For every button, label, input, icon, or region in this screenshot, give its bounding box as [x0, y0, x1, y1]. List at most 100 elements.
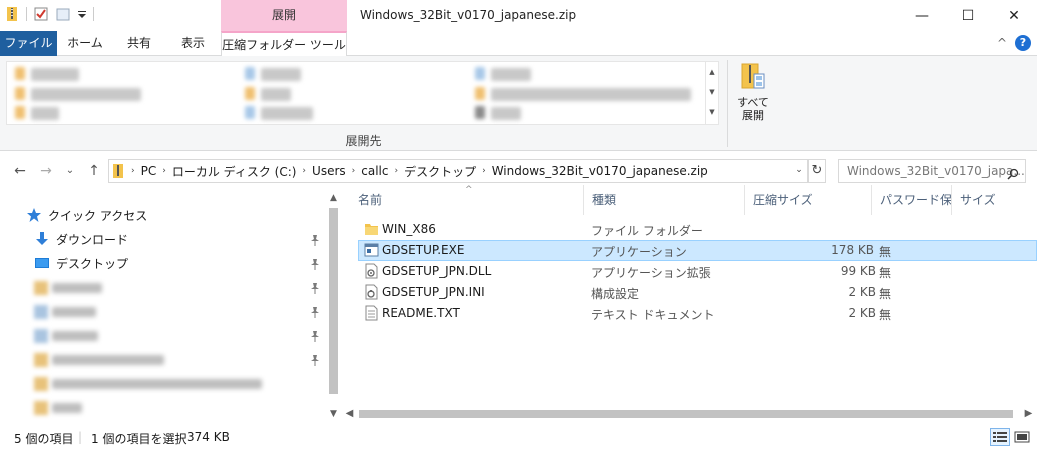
file-row[interactable]: GDSETUP.EXE アプリケーション 178 KB 無	[358, 240, 1037, 261]
new-folder-icon[interactable]	[55, 6, 71, 22]
scroll-right-icon[interactable]: ▶	[1020, 405, 1037, 422]
collapse-ribbon-icon[interactable]: ^	[997, 36, 1007, 50]
tab-compressed-folder-tools[interactable]: 圧縮フォルダー ツール	[221, 31, 347, 57]
pin-icon	[310, 258, 320, 270]
gallery-down-icon[interactable]: ▼	[706, 82, 718, 102]
large-icons-view-icon	[1014, 431, 1030, 443]
details-view-button[interactable]	[990, 428, 1010, 446]
tab-view[interactable]: 表示	[168, 31, 218, 56]
file-name: GDSETUP.EXE	[382, 243, 465, 257]
search-icon	[1007, 165, 1019, 180]
close-icon: ✕	[1008, 7, 1020, 24]
folder-icon	[364, 221, 379, 237]
pin-icon	[310, 354, 320, 366]
item-count: 5 個の項目	[14, 432, 74, 446]
ribbon-group-label: 展開先	[345, 134, 382, 148]
file-row[interactable]: WIN_X86 ファイル フォルダー	[358, 219, 1037, 240]
ribbon-divider	[727, 60, 728, 147]
properties-icon[interactable]	[33, 6, 49, 22]
details-view-icon	[993, 432, 1007, 442]
extract-all-button[interactable]: すべて展開	[734, 62, 772, 122]
file-row[interactable]: GDSETUP_JPN.DLL アプリケーション拡張 99 KB 無	[358, 261, 1037, 282]
file-password: 無	[879, 245, 892, 259]
nav-downloads[interactable]: ダウンロード	[34, 228, 128, 250]
title-bar: 展開 Windows_32Bit_v0170_japanese.zip — ☐ …	[0, 0, 1037, 31]
breadcrumb-zip[interactable]: Windows_32Bit_v0170_japanese.zip	[487, 164, 713, 178]
file-compressed-size: 2 KB	[848, 285, 876, 299]
large-icons-view-button[interactable]	[1012, 428, 1032, 446]
file-type: テキスト ドキュメント	[591, 308, 715, 322]
scroll-up-icon[interactable]: ▲	[325, 190, 342, 206]
nav-label: デスクトップ	[56, 256, 129, 271]
tab-home[interactable]: ホーム	[60, 31, 110, 56]
file-row[interactable]: GDSETUP_JPN.INI 構成設定 2 KB 無	[358, 282, 1037, 303]
extract-destination-gallery[interactable]: ▲ ▼ ▼	[6, 61, 719, 125]
file-list: ^ 名前 種類 圧縮サイズ パスワード保... サイズ WIN_X86 ファイル…	[350, 185, 1037, 422]
maximize-icon: ☐	[961, 7, 975, 24]
refresh-button[interactable]: ↻	[808, 159, 826, 183]
file-type: アプリケーション拡張	[591, 266, 711, 280]
up-arrow-icon: ↑	[88, 163, 100, 179]
scroll-left-icon[interactable]: ◀	[341, 405, 358, 422]
selection-count: 1 個の項目を選択	[91, 432, 187, 446]
file-compressed-size: 2 KB	[848, 306, 876, 320]
up-button[interactable]: ↑	[84, 161, 104, 181]
minimize-icon: —	[915, 7, 929, 24]
file-compressed-size: 99 KB	[840, 264, 876, 278]
breadcrumb-users[interactable]: Users	[307, 164, 351, 178]
context-group-header: 展開	[221, 0, 347, 31]
column-header-password[interactable]: パスワード保...	[872, 185, 952, 215]
column-header-name[interactable]: 名前	[350, 185, 584, 215]
breadcrumb-user[interactable]: callc	[356, 164, 393, 178]
file-name: GDSETUP_JPN.DLL	[382, 264, 492, 278]
recent-locations-button[interactable]: ⌄	[60, 161, 80, 181]
forward-button[interactable]: →	[36, 161, 56, 181]
file-list-horizontal-scrollbar[interactable]: ◀ ▶	[341, 405, 1037, 422]
minimize-button[interactable]: —	[899, 0, 945, 31]
close-button[interactable]: ✕	[991, 0, 1037, 31]
navigation-pane: クイック アクセス ダウンロード デスクトップ	[0, 190, 341, 422]
file-row[interactable]: README.TXT テキスト ドキュメント 2 KB 無	[358, 303, 1037, 324]
ribbon-tabs: ファイル ホーム 共有 表示 圧縮フォルダー ツール ^ ?	[0, 31, 1037, 57]
scroll-thumb[interactable]	[329, 208, 338, 394]
column-header-size[interactable]: サイズ	[952, 185, 1037, 215]
maximize-button[interactable]: ☐	[945, 0, 991, 31]
breadcrumb-local-disk[interactable]: ローカル ディスク (C:)	[167, 163, 302, 180]
ini-file-icon	[364, 284, 379, 300]
nav-label: ダウンロード	[56, 232, 129, 247]
back-button[interactable]: ←	[10, 161, 30, 181]
column-header-compressed-size[interactable]: 圧縮サイズ	[745, 185, 872, 215]
file-name: GDSETUP_JPN.INI	[382, 285, 485, 299]
customize-qat-icon[interactable]	[77, 6, 87, 22]
scroll-thumb[interactable]	[359, 410, 1013, 418]
pin-icon	[310, 330, 320, 342]
address-history-button[interactable]: ⌄	[790, 159, 808, 183]
chevron-down-icon: ⌄	[65, 165, 75, 176]
quick-access-toolbar	[4, 6, 94, 22]
search-input[interactable]: Windows_32Bit_v0170_japa...	[838, 159, 1026, 183]
nav-desktop[interactable]: デスクトップ	[34, 252, 128, 274]
extract-all-icon	[740, 62, 766, 92]
dll-file-icon	[364, 263, 379, 279]
gallery-up-icon[interactable]: ▲	[706, 62, 718, 82]
tab-file[interactable]: ファイル	[0, 31, 57, 56]
refresh-icon: ↻	[811, 163, 823, 178]
gallery-expand-icon[interactable]: ▼	[706, 102, 718, 122]
selection-size: 374 KB	[187, 430, 230, 444]
address-bar[interactable]: › PC › ローカル ディスク (C:) › Users › callc › …	[108, 159, 808, 183]
desktop-icon	[34, 255, 50, 271]
breadcrumb-pc[interactable]: PC	[136, 164, 162, 178]
status-bar: 5 個の項目 | 1 個の項目を選択 374 KB	[0, 424, 1037, 449]
help-icon[interactable]: ?	[1015, 35, 1031, 51]
column-header-type[interactable]: 種類	[584, 185, 745, 215]
tab-share[interactable]: 共有	[114, 31, 164, 56]
scroll-down-icon[interactable]: ▼	[325, 406, 342, 422]
breadcrumb-desktop[interactable]: デスクトップ	[399, 163, 481, 180]
back-arrow-icon: ←	[14, 163, 26, 179]
nav-quick-access[interactable]: クイック アクセス	[26, 204, 147, 226]
ribbon: ▲ ▼ ▼ 展開先 すべて展開	[0, 56, 1037, 151]
download-arrow-icon	[34, 231, 50, 247]
gallery-scroll[interactable]: ▲ ▼ ▼	[705, 62, 718, 124]
nav-vertical-scrollbar[interactable]: ▲ ▼	[325, 190, 342, 422]
file-type: アプリケーション	[591, 245, 687, 259]
